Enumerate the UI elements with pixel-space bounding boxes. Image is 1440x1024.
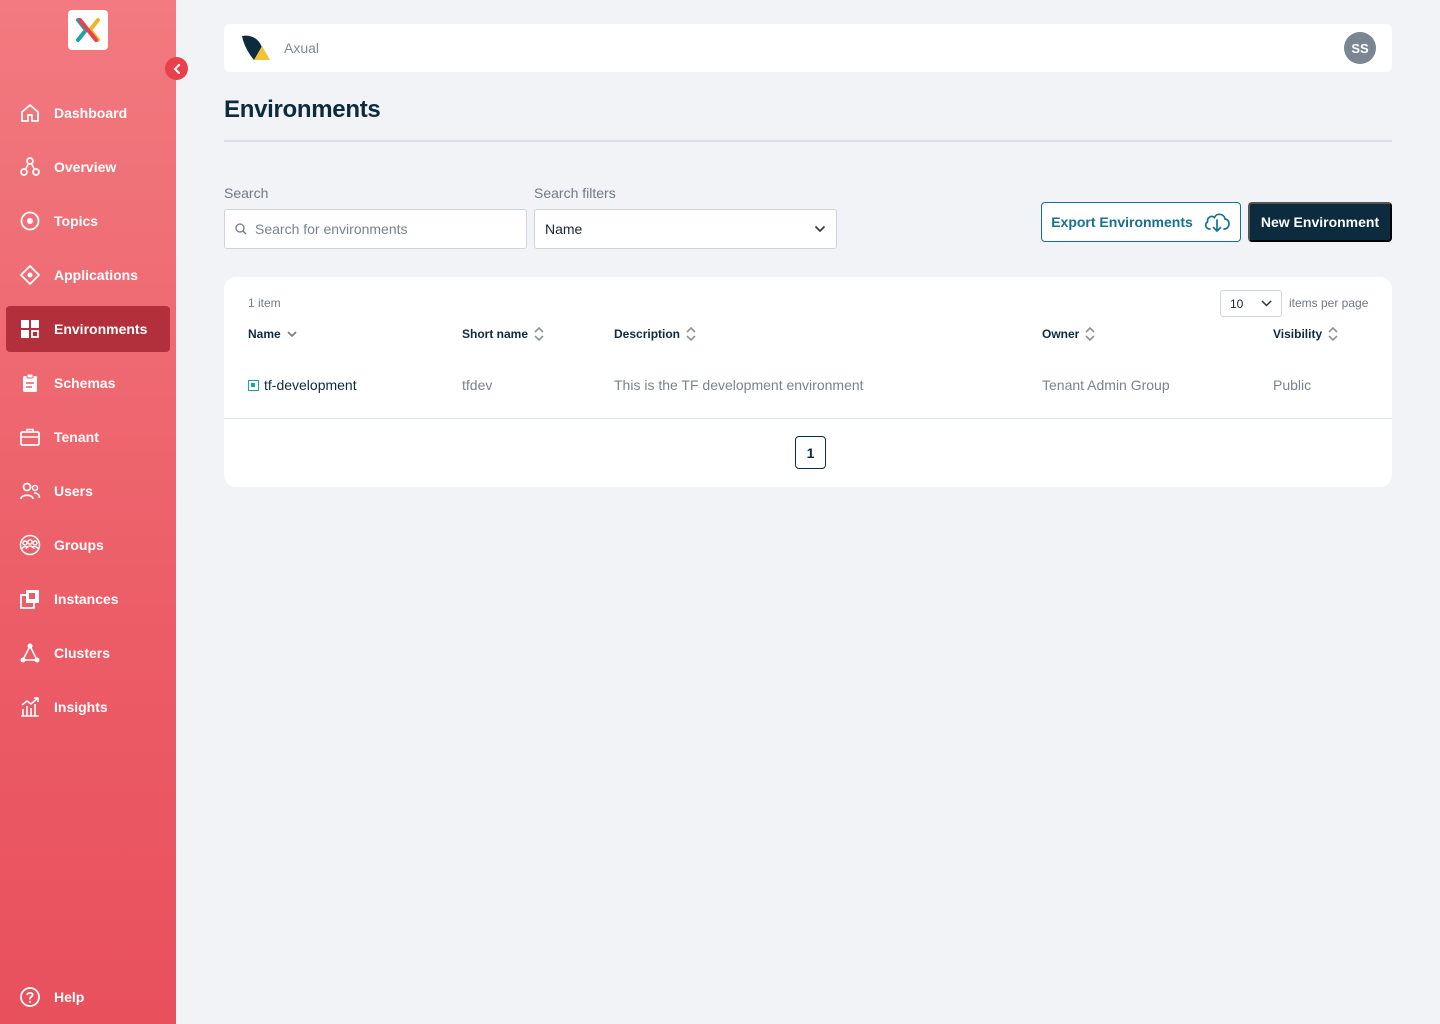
tenant-name: Axual — [284, 40, 320, 56]
sidebar: Dashboard Overview Topics Applications E… — [0, 0, 188, 1024]
sidebar-item-label: Dashboard — [54, 105, 128, 121]
sidebar-item-label: Users — [54, 483, 93, 499]
sidebar-item-overview[interactable]: Overview — [6, 144, 170, 190]
sidebar-item-tenant[interactable]: Tenant — [6, 414, 170, 460]
home-icon — [18, 101, 42, 125]
sort-icon — [1085, 326, 1095, 342]
sidebar-item-environments[interactable]: Environments — [6, 306, 170, 352]
sidebar-item-schemas[interactable]: Schemas — [6, 360, 170, 406]
environment-name-link[interactable]: tf-development — [248, 377, 357, 393]
column-header-description[interactable]: Description — [614, 325, 696, 343]
column-header-label: Owner — [1042, 327, 1080, 341]
items-per-page-select[interactable]: 10 — [1220, 290, 1282, 317]
column-header-label: Description — [614, 327, 681, 341]
search-filters-label: Search filters — [534, 185, 616, 201]
instances-icon — [18, 587, 42, 611]
environment-name: tf-development — [264, 377, 357, 393]
sidebar-item-insights[interactable]: Insights — [6, 684, 170, 730]
sidebar-item-label: Overview — [54, 159, 117, 175]
sidebar-collapse-button[interactable] — [165, 57, 188, 80]
environment-short-name: tfdev — [462, 377, 493, 393]
title-divider — [224, 140, 1392, 142]
search-icon — [235, 223, 247, 235]
sidebar-item-label: Help — [54, 989, 85, 1005]
axual-x-logo-icon — [76, 18, 100, 42]
search-filter-select[interactable]: Name — [534, 209, 837, 249]
help-icon — [18, 985, 42, 1009]
item-count: 1 item — [248, 296, 281, 310]
environments-table-card: 1 item 10 items per page Name Short name… — [224, 277, 1392, 487]
column-header-visibility[interactable]: Visibility — [1273, 325, 1338, 343]
clusters-icon — [18, 641, 42, 665]
sidebar-item-label: Tenant — [54, 429, 99, 445]
items-per-page-value: 10 — [1230, 296, 1244, 311]
environments-icon — [18, 317, 42, 341]
export-button-label: Export Environments — [1051, 214, 1193, 230]
sidebar-item-dashboard[interactable]: Dashboard — [6, 90, 170, 136]
page-title: Environments — [224, 96, 381, 123]
column-header-short-name[interactable]: Short name — [462, 325, 544, 343]
cloud-download-icon — [1204, 213, 1230, 233]
sidebar-item-help[interactable]: Help — [6, 974, 170, 1020]
column-header-name[interactable]: Name — [248, 325, 297, 343]
sidebar-item-label: Clusters — [54, 645, 111, 661]
column-header-label: Short name — [462, 327, 529, 341]
sort-icon — [1328, 326, 1338, 342]
users-icon — [18, 479, 42, 503]
tenant-logo-icon — [240, 32, 272, 64]
search-field[interactable] — [224, 209, 527, 249]
environment-visibility: Public — [1273, 377, 1312, 393]
search-input[interactable] — [255, 221, 515, 237]
sidebar-nav: Dashboard Overview Topics Applications E… — [6, 90, 170, 738]
app-logo[interactable] — [68, 10, 108, 50]
sidebar-item-applications[interactable]: Applications — [6, 252, 170, 298]
environment-owner: Tenant Admin Group — [1042, 377, 1170, 393]
top-bar: Axual SS — [224, 24, 1392, 72]
sidebar-item-instances[interactable]: Instances — [6, 576, 170, 622]
tenant-logo — [240, 32, 272, 64]
sidebar-item-label: Instances — [54, 591, 119, 607]
column-header-owner[interactable]: Owner — [1042, 325, 1095, 343]
new-environment-button[interactable]: New Environment — [1248, 202, 1392, 242]
sidebar-item-label: Environments — [54, 321, 148, 337]
sidebar-item-label: Schemas — [54, 375, 116, 391]
schemas-icon — [18, 371, 42, 395]
chevron-down-icon — [814, 225, 826, 233]
insights-icon — [18, 695, 42, 719]
sort-icon — [686, 326, 696, 342]
items-per-page-label: items per page — [1289, 296, 1369, 310]
search-filter-value: Name — [545, 221, 583, 237]
sidebar-item-users[interactable]: Users — [6, 468, 170, 514]
sidebar-item-label: Topics — [54, 213, 99, 229]
pagination-page-button[interactable]: 1 — [795, 436, 826, 469]
column-header-label: Visibility — [1273, 327, 1323, 341]
sidebar-item-clusters[interactable]: Clusters — [6, 630, 170, 676]
environment-icon — [248, 379, 259, 391]
table-divider — [224, 418, 1392, 419]
sidebar-item-label: Insights — [54, 699, 108, 715]
chevron-down-icon — [1261, 300, 1272, 307]
chevron-left-icon — [173, 63, 180, 74]
topics-icon — [18, 209, 42, 233]
tenant-icon — [18, 425, 42, 449]
export-environments-button[interactable]: Export Environments — [1041, 202, 1241, 242]
search-label: Search — [224, 185, 269, 201]
sidebar-item-label: Applications — [54, 267, 139, 283]
user-avatar[interactable]: SS — [1344, 32, 1376, 64]
environment-description: This is the TF development environment — [614, 377, 864, 393]
overview-icon — [18, 155, 42, 179]
sidebar-item-label: Groups — [54, 537, 104, 553]
sidebar-item-topics[interactable]: Topics — [6, 198, 170, 244]
sort-descending-icon — [287, 330, 297, 337]
groups-icon — [18, 533, 42, 557]
applications-icon — [18, 263, 42, 287]
sort-icon — [534, 326, 544, 342]
sidebar-item-groups[interactable]: Groups — [6, 522, 170, 568]
column-header-label: Name — [248, 327, 281, 341]
